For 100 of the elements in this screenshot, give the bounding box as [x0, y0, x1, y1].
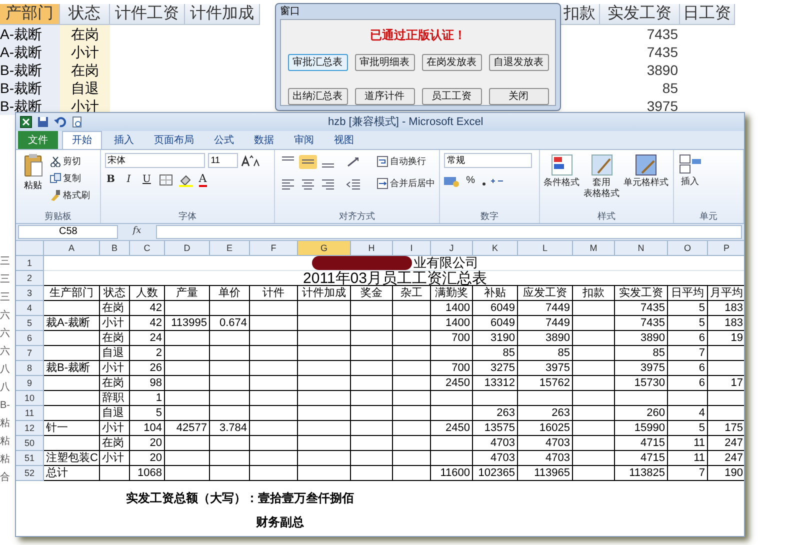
- column-header[interactable]: N: [615, 241, 668, 256]
- row-header[interactable]: 1: [16, 256, 44, 271]
- column-header[interactable]: 状态: [60, 4, 110, 25]
- formula-field[interactable]: [156, 225, 742, 239]
- number-format-field[interactable]: 常规: [444, 153, 532, 168]
- column-header[interactable]: I: [393, 241, 431, 256]
- column-header[interactable]: M: [573, 241, 615, 256]
- column-header[interactable]: E: [210, 241, 250, 256]
- column-header[interactable]: C: [130, 241, 165, 256]
- font-name-field[interactable]: 宋体: [104, 153, 205, 168]
- ribbon-tab[interactable]: 插入: [106, 131, 142, 149]
- font-color-button[interactable]: A: [198, 173, 207, 187]
- row-header[interactable]: 12: [16, 421, 44, 436]
- scissors-icon[interactable]: [50, 156, 61, 167]
- column-header[interactable]: J: [431, 241, 473, 256]
- row-header[interactable]: 7: [16, 346, 44, 361]
- style-button[interactable]: 条件格式: [544, 153, 580, 210]
- column-header[interactable]: 产部门: [0, 4, 60, 25]
- style-button[interactable]: 套用 表格格式: [584, 153, 620, 210]
- column-header[interactable]: O: [668, 241, 708, 256]
- column-header[interactable]: G: [298, 241, 351, 256]
- table-cell: 7: [668, 346, 708, 361]
- align-middle-icon[interactable]: [299, 154, 318, 168]
- column-header[interactable]: B: [100, 241, 130, 256]
- column-header[interactable]: 计件加成: [185, 4, 260, 25]
- row-header[interactable]: 11: [16, 406, 44, 421]
- merge-center-button[interactable]: 合并后居中: [377, 175, 436, 192]
- format-button[interactable]: I: [122, 173, 135, 187]
- row-header[interactable]: 5: [16, 316, 44, 331]
- empty-cell: [573, 301, 615, 316]
- row-header[interactable]: 8: [16, 361, 44, 376]
- save-icon[interactable]: [37, 116, 49, 128]
- font-size-field[interactable]: 11: [208, 153, 238, 168]
- name-box[interactable]: C58: [18, 225, 118, 239]
- insert-button[interactable]: 插入: [678, 153, 702, 210]
- dialog-button[interactable]: 在岗发放表: [422, 54, 482, 71]
- borders-icon[interactable]: [158, 174, 173, 186]
- dialog-button[interactable]: 自退发放表: [488, 54, 548, 71]
- column-header[interactable]: A: [44, 241, 100, 256]
- table-cell: 小计: [60, 43, 110, 61]
- column-header[interactable]: 扣款: [560, 4, 600, 25]
- empty-cell: [351, 316, 393, 331]
- ribbon-tab[interactable]: 公式: [206, 131, 242, 149]
- undo-icon[interactable]: [54, 116, 66, 128]
- wrap-icon[interactable]: [377, 156, 388, 167]
- ribbon-tab[interactable]: 视图: [326, 131, 362, 149]
- row-header[interactable]: 52: [16, 466, 44, 481]
- clipboard-button[interactable]: 格式刷: [50, 187, 90, 204]
- currency-icon[interactable]: [444, 174, 460, 186]
- dialog-button[interactable]: 审批汇总表: [288, 54, 348, 71]
- dialog-button[interactable]: 出纳汇总表: [288, 88, 348, 105]
- column-header[interactable]: F: [250, 241, 298, 256]
- cell-style-icon[interactable]: [634, 153, 658, 177]
- app-icon[interactable]: [20, 116, 32, 128]
- clipboard-button[interactable]: 剪切: [50, 153, 90, 170]
- clipboard-button[interactable]: 复制: [50, 170, 90, 187]
- table-style-icon[interactable]: [590, 153, 614, 177]
- row-header[interactable]: 50: [16, 436, 44, 451]
- format-button[interactable]: B: [104, 173, 117, 187]
- wrap-text-button[interactable]: 自动换行: [377, 153, 426, 170]
- row-header[interactable]: 9: [16, 376, 44, 391]
- column-header[interactable]: L: [518, 241, 573, 256]
- dialog-button[interactable]: 道序计件: [354, 88, 414, 105]
- dialog-button[interactable]: 审批明细表: [354, 54, 414, 71]
- column-header[interactable]: 计件工资: [110, 4, 185, 25]
- column-header[interactable]: D: [165, 241, 210, 256]
- row-header[interactable]: 51: [16, 451, 44, 466]
- row-header[interactable]: 4: [16, 301, 44, 316]
- dialog-button[interactable]: 关闭: [488, 88, 548, 105]
- insert-cells-icon[interactable]: [678, 153, 702, 175]
- fill-color-icon[interactable]: [178, 173, 193, 187]
- ribbon-tab[interactable]: 数据: [246, 131, 282, 149]
- merge-icon[interactable]: [377, 178, 388, 189]
- row-header[interactable]: 2: [16, 271, 44, 286]
- table-cell-text: 7435: [646, 43, 678, 61]
- ribbon-tab[interactable]: 页面布局: [146, 131, 202, 149]
- column-header[interactable]: 日工资: [680, 4, 735, 25]
- column-header[interactable]: P: [708, 241, 744, 256]
- clipboard-icon[interactable]: [23, 153, 43, 179]
- format-button[interactable]: U: [140, 173, 153, 187]
- row-header[interactable]: 6: [16, 331, 44, 346]
- percent-button[interactable]: %: [466, 173, 475, 188]
- empty-cell: [393, 391, 431, 406]
- row-header[interactable]: 10: [16, 391, 44, 406]
- ribbon-tab[interactable]: 文件: [18, 131, 58, 149]
- column-header[interactable]: K: [473, 241, 518, 256]
- copy-icon[interactable]: [50, 173, 61, 184]
- paste-button[interactable]: 粘贴: [20, 153, 46, 210]
- row-header[interactable]: 3: [16, 286, 44, 301]
- function-button[interactable]: fx: [122, 225, 152, 239]
- column-header[interactable]: 实发工资: [600, 4, 680, 25]
- dialog-button[interactable]: 员工工资: [422, 88, 482, 105]
- ribbon-tab[interactable]: 审阅: [286, 131, 322, 149]
- brush-icon[interactable]: [50, 190, 61, 201]
- print-preview-icon[interactable]: [71, 116, 83, 128]
- ribbon-tab[interactable]: 开始: [62, 131, 102, 149]
- column-header[interactable]: H: [351, 241, 393, 256]
- style-button[interactable]: 单元格样式: [624, 153, 669, 210]
- conditional-format-icon[interactable]: [550, 153, 574, 177]
- table-cell: 在岗: [60, 61, 110, 79]
